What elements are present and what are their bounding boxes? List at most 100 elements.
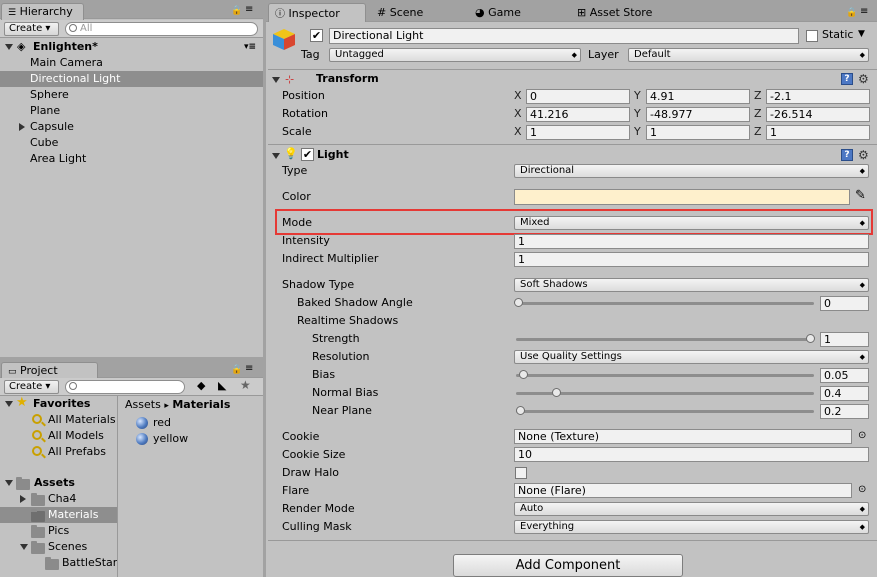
favorite-item[interactable]: All Prefabs [0,444,117,460]
shadow-type-dropdown[interactable]: Soft Shadows ◆ [514,278,869,292]
layer-dropdown[interactable]: Default ◆ [628,48,869,62]
lock-icon[interactable]: 🔒 [846,8,857,18]
normal-bias-field[interactable]: 0.4 [820,386,869,401]
position-y-field[interactable]: 4.91 [646,89,750,104]
transform-header[interactable]: ⊹ Transform ? ⚙ [268,69,877,89]
flare-field[interactable]: None (Flare) [514,483,852,498]
project-create-button[interactable]: Create ▾ [4,380,59,394]
hierarchy-item[interactable]: Capsule [0,119,263,135]
rotation-x-field[interactable]: 41.216 [526,107,630,122]
favorite-item[interactable]: All Materials [0,412,117,428]
scene-row[interactable]: ◈ Enlighten* ▾≡ [0,39,263,55]
scale-z-field[interactable]: 1 [766,125,870,140]
strength-field[interactable]: 1 [820,332,869,347]
scale-x-field[interactable]: 1 [526,125,630,140]
hierarchy-search-input[interactable]: All [65,22,258,36]
favorite-item[interactable]: All Models [0,428,117,444]
lock-icon[interactable]: 🔒 [231,365,242,375]
object-picker-icon[interactable]: ⊙ [858,484,866,495]
tab-project[interactable]: ▭ Project [1,362,98,379]
baked-angle-slider[interactable] [516,302,814,305]
tab-hierarchy[interactable]: ☰ Hierarchy [1,3,84,20]
hierarchy-item[interactable]: Plane [0,103,263,119]
filter-type-icon[interactable]: ◆ [197,379,205,392]
help-icon[interactable]: ? [841,73,853,85]
static-dropdown-icon[interactable]: ▼ [858,29,865,39]
project-search-input[interactable] [65,380,185,394]
panel-menu-icon[interactable]: ≡ [245,4,253,15]
rotation-z-field[interactable]: -26.514 [766,107,870,122]
foldout-open-icon[interactable] [5,480,13,486]
tab-scene[interactable]: # Scene [370,4,430,21]
bias-slider[interactable] [516,374,814,377]
asset-folder[interactable]: Cha4 [0,491,117,507]
lock-icon[interactable]: 🔒 [231,6,242,16]
panel-menu-icon[interactable]: ≡ [245,363,253,374]
tab-asset-store[interactable]: ⊞ Asset Store [570,4,659,21]
slider-thumb[interactable] [519,370,528,379]
favorites-row[interactable]: ★ Favorites [0,395,117,412]
panel-menu-icon[interactable]: ≡ [860,6,868,17]
scene-menu-icon[interactable]: ▾≡ [244,39,256,55]
tag-dropdown[interactable]: Untagged ◆ [329,48,581,62]
strength-slider[interactable] [516,338,814,341]
color-field[interactable] [514,189,850,205]
resolution-dropdown[interactable]: Use Quality Settings ◆ [514,350,869,364]
hierarchy-item[interactable]: Cube [0,135,263,151]
position-z-field[interactable]: -2.1 [766,89,870,104]
slider-thumb[interactable] [514,298,523,307]
draw-halo-checkbox[interactable] [515,467,527,479]
hierarchy-item[interactable]: Area Light [0,151,263,167]
light-enabled-checkbox[interactable]: ✔ [301,148,314,161]
help-icon[interactable]: ? [841,149,853,161]
foldout-open-icon[interactable] [272,77,280,83]
scale-y-field[interactable]: 1 [646,125,750,140]
render-mode-dropdown[interactable]: Auto ◆ [514,502,869,516]
object-picker-icon[interactable]: ⊙ [858,430,866,441]
asset-folder-selected[interactable]: Materials [0,507,117,523]
foldout-open-icon[interactable] [20,544,28,550]
material-item[interactable]: yellow [119,431,263,447]
gear-icon[interactable]: ⚙ [858,73,869,85]
cookie-size-field[interactable]: 10 [514,447,869,462]
filter-label-icon[interactable]: ◣ [218,379,226,392]
slider-thumb[interactable] [806,334,815,343]
static-checkbox[interactable] [806,30,818,42]
foldout-open-icon[interactable] [5,44,13,50]
hierarchy-item[interactable]: Main Camera [0,55,263,71]
material-item[interactable]: red [119,415,263,431]
star-icon[interactable]: ★ [240,378,251,392]
asset-folder[interactable]: BattleStar [0,555,117,571]
bias-field[interactable]: 0.05 [820,368,869,383]
foldout-closed-icon[interactable] [19,123,25,131]
type-dropdown[interactable]: Directional ◆ [514,164,869,178]
eyedropper-icon[interactable]: ✎ [855,188,866,203]
add-component-button[interactable]: Add Component [453,554,683,577]
indirect-multiplier-field[interactable]: 1 [514,252,869,267]
slider-thumb[interactable] [552,388,561,397]
foldout-open-icon[interactable] [5,401,13,407]
rotation-y-field[interactable]: -48.977 [646,107,750,122]
active-checkbox[interactable]: ✔ [310,29,323,42]
hierarchy-create-button[interactable]: Create ▾ [4,22,59,36]
asset-folder[interactable]: Pics [0,523,117,539]
near-plane-field[interactable]: 0.2 [820,404,869,419]
cookie-field[interactable]: None (Texture) [514,429,852,444]
foldout-closed-icon[interactable] [20,495,26,503]
hierarchy-item[interactable]: Sphere [0,87,263,103]
hierarchy-item-selected[interactable]: Directional Light [0,71,263,87]
object-name-field[interactable]: Directional Light [329,28,799,44]
near-plane-slider[interactable] [516,410,814,413]
assets-row[interactable]: Assets [0,475,117,491]
light-header[interactable]: 💡 ✔ Light ? ⚙ [268,144,877,164]
culling-mask-dropdown[interactable]: Everything ◆ [514,520,869,534]
tab-inspector[interactable]: ⓘ Inspector [268,3,366,22]
intensity-field[interactable]: 1 [514,234,869,249]
slider-thumb[interactable] [516,406,525,415]
position-x-field[interactable]: 0 [526,89,630,104]
gear-icon[interactable]: ⚙ [858,149,869,161]
foldout-open-icon[interactable] [272,153,280,159]
baked-angle-field[interactable]: 0 [820,296,869,311]
asset-folder[interactable]: Scenes [0,539,117,555]
tab-game[interactable]: ◕ Game [468,4,528,21]
